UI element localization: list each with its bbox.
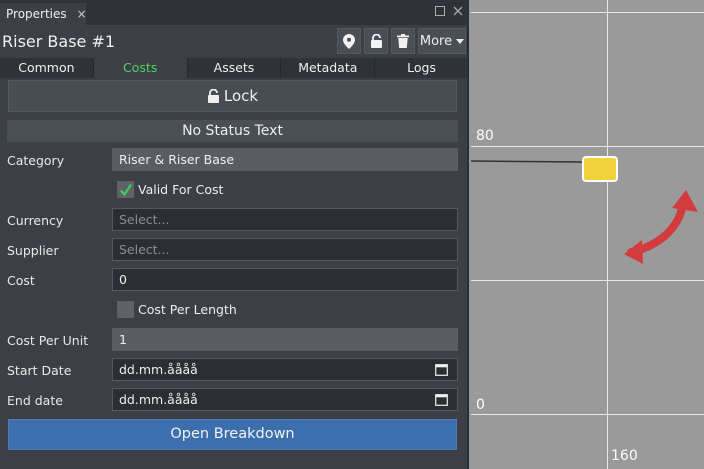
valid-for-cost-row[interactable]: Valid For Cost bbox=[117, 181, 223, 198]
currency-placeholder: Select... bbox=[119, 212, 170, 227]
close-icon[interactable] bbox=[453, 5, 463, 19]
location-pin-icon bbox=[343, 33, 355, 49]
currency-label: Currency bbox=[7, 213, 64, 228]
properties-panel: Properties × Riser Base #1 More Common C… bbox=[0, 0, 469, 469]
more-label: More bbox=[419, 33, 453, 49]
object-title: Riser Base #1 bbox=[2, 32, 116, 51]
properties-tab-label: Properties bbox=[6, 7, 67, 21]
supplier-placeholder: Select... bbox=[119, 242, 170, 257]
calendar-icon[interactable] bbox=[435, 393, 448, 406]
delete-button[interactable] bbox=[391, 28, 415, 54]
riser-base-node bbox=[582, 156, 618, 182]
checkmark-icon bbox=[119, 183, 132, 196]
rotate-handle-icon bbox=[624, 190, 698, 264]
caret-down-icon bbox=[456, 38, 465, 44]
end-date-label: End date bbox=[7, 393, 63, 408]
category-field: Riser & Riser Base bbox=[112, 148, 458, 171]
calendar-icon[interactable] bbox=[435, 363, 448, 376]
viewport-drawing bbox=[471, 156, 698, 264]
open-breakdown-button[interactable]: Open Breakdown bbox=[8, 419, 457, 450]
cost-per-unit-field: 1 bbox=[112, 328, 458, 351]
tab-metadata[interactable]: Metadata bbox=[281, 58, 376, 78]
locate-button[interactable] bbox=[337, 28, 361, 54]
start-date-label: Start Date bbox=[7, 363, 72, 378]
category-label: Category bbox=[7, 153, 65, 168]
tab-assets[interactable]: Assets bbox=[187, 58, 282, 78]
end-date-value: dd.mm.åååå bbox=[119, 392, 198, 407]
map-viewport[interactable]: 80 0 160 bbox=[471, 0, 704, 469]
close-tab-icon[interactable]: × bbox=[77, 7, 87, 21]
cost-per-length-row[interactable]: Cost Per Length bbox=[117, 301, 237, 318]
currency-select[interactable]: Select... bbox=[112, 208, 458, 231]
supplier-label: Supplier bbox=[7, 243, 59, 258]
unlock-button[interactable] bbox=[364, 28, 388, 54]
cost-label: Cost bbox=[7, 273, 35, 288]
cost-per-unit-label: Cost Per Unit bbox=[7, 333, 89, 348]
valid-for-cost-label: Valid For Cost bbox=[138, 182, 224, 197]
unlock-icon bbox=[207, 89, 219, 103]
maximize-icon[interactable] bbox=[435, 5, 445, 19]
lock-button[interactable]: Lock bbox=[8, 80, 457, 112]
panel-tab-bar: Properties × bbox=[0, 0, 469, 25]
riser-line bbox=[471, 160, 584, 163]
window-buttons bbox=[435, 5, 463, 19]
more-dropdown-button[interactable]: More bbox=[418, 28, 466, 54]
object-title-bar: Riser Base #1 More bbox=[0, 25, 469, 58]
status-text: No Status Text bbox=[7, 120, 458, 142]
start-date-value: dd.mm.åååå bbox=[119, 362, 198, 377]
properties-tab[interactable]: Properties × bbox=[0, 3, 87, 25]
supplier-select[interactable]: Select... bbox=[112, 238, 458, 261]
cost-input[interactable]: 0 bbox=[112, 268, 458, 291]
tab-common[interactable]: Common bbox=[0, 58, 94, 78]
tab-costs[interactable]: Costs bbox=[93, 58, 188, 78]
cost-per-length-checkbox[interactable] bbox=[117, 301, 134, 318]
cost-per-length-label: Cost Per Length bbox=[138, 302, 237, 317]
unlock-icon bbox=[370, 34, 382, 48]
section-tabs: Common Costs Assets Metadata Logs bbox=[0, 58, 469, 78]
valid-for-cost-checkbox[interactable] bbox=[117, 181, 134, 198]
lock-label: Lock bbox=[223, 87, 259, 105]
end-date-input[interactable]: dd.mm.åååå bbox=[112, 388, 458, 411]
trash-icon bbox=[397, 34, 409, 48]
start-date-input[interactable]: dd.mm.åååå bbox=[112, 358, 458, 381]
tab-logs[interactable]: Logs bbox=[375, 58, 469, 78]
